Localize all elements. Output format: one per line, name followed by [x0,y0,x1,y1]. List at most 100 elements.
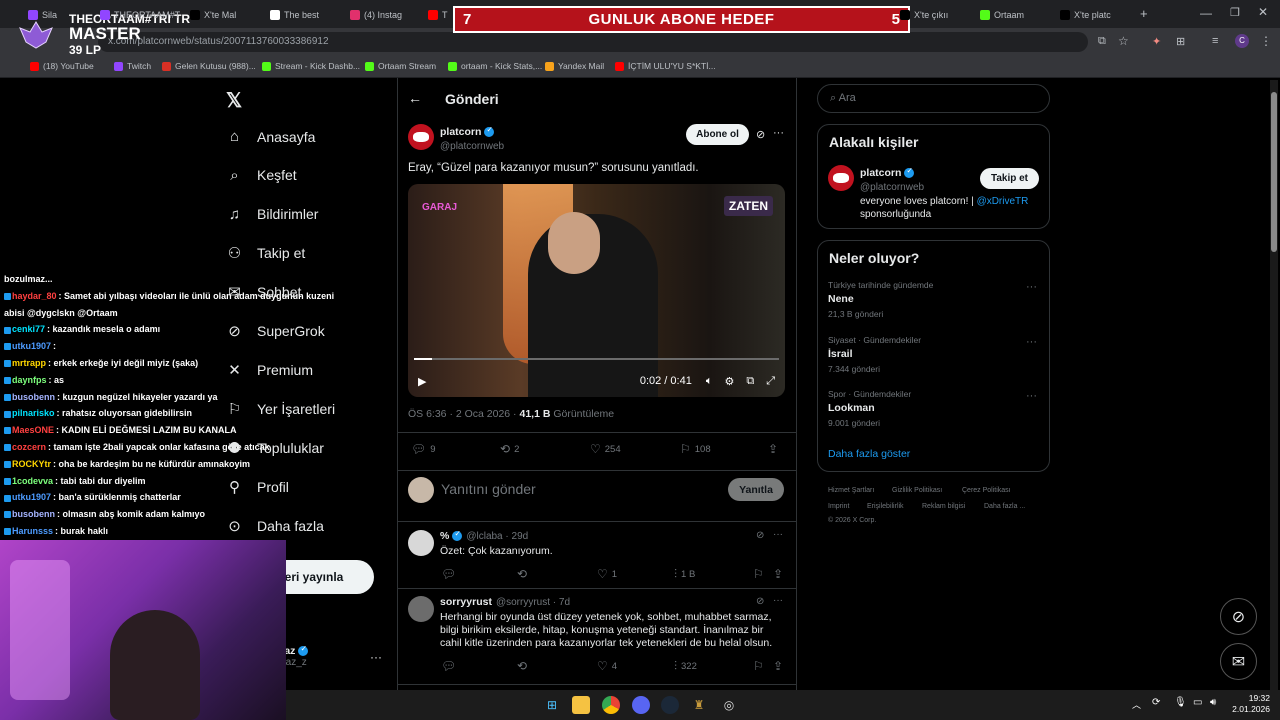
tray-sync-icon[interactable]: ⟳ [1152,697,1160,708]
repost-action[interactable]: ⟲ [517,659,527,673]
reply-button[interactable]: Yanıtla [728,478,784,501]
footer-link[interactable]: Gizlilik Politikası [892,487,942,494]
bookmark-action[interactable]: ⚐ [753,659,764,673]
chat-username[interactable]: cenki77 [12,324,45,334]
extension-icon[interactable]: ✦ [1152,35,1161,48]
chat-username[interactable]: cozcern [12,442,46,452]
reply-header[interactable]: % @lclaba · 29d [440,529,528,542]
reply-input[interactable]: Yanıtını gönder [441,481,536,497]
menu-kebab-icon[interactable]: ⋮ [1260,34,1272,48]
bookmark-action[interactable]: ⚐ [753,567,764,581]
chat-username[interactable]: busobenn [12,392,55,402]
footer-link[interactable]: Erişilebilirlik [867,503,904,510]
browser-tab[interactable]: The best [270,4,340,26]
chat-username[interactable]: MaesONE [12,425,54,435]
footer-link[interactable]: Imprint [828,503,849,510]
file-explorer-icon[interactable] [572,696,590,714]
fullscreen-icon[interactable]: ⤢ [766,375,775,388]
nav-item-anasayfa[interactable]: ⌂ Anasayfa [226,128,315,145]
reply-grok-icon[interactable]: ⊘ [756,530,764,541]
url-field[interactable]: x.com/platcornweb/status/200711376003338… [98,32,1088,52]
heart-action[interactable]: ♡ 4 [597,659,617,673]
bookmark-action[interactable]: ⚐ 108 [680,442,711,456]
chat-username[interactable]: 1codevva [12,476,53,486]
bookmark-item[interactable]: Stream - Kick Dashb... [262,61,360,71]
reply-action[interactable]: 💬︎ 9 [411,442,436,456]
repost-action[interactable]: ⟲ [517,567,527,581]
grok-fab-icon[interactable]: ⊘ [1220,598,1257,635]
volume-icon[interactable]: 🔈︎ [706,375,713,388]
star-icon[interactable]: ☆ [1118,34,1129,48]
reply-avatar[interactable] [408,596,434,622]
video-progress-bar[interactable] [414,358,779,360]
bookmark-item[interactable]: (18) YouTube [30,61,94,71]
related-user[interactable]: platcorn @platcornweb [860,165,924,193]
grok-icon[interactable]: ⊘ [756,128,765,141]
video-player[interactable]: GARAJ ZATEN ▶ 0:02 / 0:41 🔈︎ ⚙︎ ⧉ ⤢ [408,184,785,397]
chrome-icon[interactable] [602,696,620,714]
nav-item-bildirimler[interactable]: ♫ Bildirimler [226,206,319,223]
show-more-link[interactable]: Daha fazla göster [828,448,910,460]
reply-more-icon[interactable]: ··· [773,529,783,540]
back-arrow-icon[interactable]: ← [408,90,422,106]
tab-search-icon[interactable]: ≡ [1212,35,1218,47]
footer-link[interactable]: Hizmet Şartları [828,487,874,494]
repost-action[interactable]: ⟲ 2 [500,442,519,456]
related-avatar[interactable] [828,165,854,191]
steam-icon[interactable] [661,696,679,714]
nav-item-profil[interactable]: ⚲ Profil [226,478,289,496]
close-window-icon[interactable]: ✕ [1258,5,1268,19]
follow-button[interactable]: Takip et [980,168,1039,189]
share-action[interactable]: ⇪ [773,567,783,581]
chat-username[interactable]: mrtrapp [12,358,46,368]
x-logo-icon[interactable]: 𝕏 [226,88,242,113]
bookmark-item[interactable]: Twitch [114,61,151,71]
browser-tab[interactable]: Sila [28,4,88,26]
browser-tab[interactable]: X'te çıkıı [900,4,955,26]
minimize-icon[interactable]: — [1200,6,1212,20]
bookmark-item[interactable]: Yandex Mail [545,61,604,71]
maximize-icon[interactable]: ❐ [1230,6,1240,19]
reply-grok-icon[interactable]: ⊘ [756,596,764,607]
windows-start-icon[interactable]: ⊞ [543,696,561,714]
chat-username[interactable]: busobenn [12,509,55,519]
author-block[interactable]: platcorn @platcornweb [440,124,504,152]
trend-more-icon[interactable]: ··· [1026,281,1037,293]
speaker-icon[interactable]: 🔊︎ [1210,697,1216,708]
discord-icon[interactable] [632,696,650,714]
heart-action[interactable]: ♡ 1 [597,567,617,581]
nav-item-takip-et[interactable]: ⚇ Takip et [226,245,305,262]
settings-icon[interactable]: ⚙︎ [724,375,734,388]
trend-title[interactable]: İsrail [828,348,853,360]
nav-item-yer-i-aretleri[interactable]: ⚐ Yer İşaretleri [226,400,335,418]
nav-item-daha-fazla[interactable]: ⊙ Daha fazla [226,517,324,535]
author-avatar[interactable] [408,124,434,150]
related-bio-link[interactable]: @xDriveTR [977,196,1029,207]
browser-tab[interactable]: Th [428,4,448,26]
trend-title[interactable]: Nene [828,293,854,305]
nav-item-supergrok[interactable]: ⊘ SuperGrok [226,323,325,340]
nav-item-sohbet[interactable]: ✉ Sohbet [226,284,301,301]
play-icon[interactable]: ▶ [418,375,426,388]
footer-link[interactable]: Reklam bilgisi [922,503,965,510]
chat-username[interactable]: daynfps [12,375,47,385]
profile-avatar-icon[interactable]: C [1235,34,1249,48]
trend-more-icon[interactable]: ··· [1026,390,1037,402]
footer-link[interactable]: Daha fazla ... [984,503,1025,510]
extensions-puzzle-icon[interactable]: ⊞ [1176,35,1185,48]
chat-username[interactable]: Harunsss [12,526,53,536]
reply-avatar[interactable] [408,530,434,556]
views-action[interactable]: ⫶ 322 [674,659,697,674]
chat-username[interactable]: haydar_80 [12,291,57,301]
trend-more-icon[interactable]: ··· [1026,336,1037,348]
game-launcher-icon[interactable]: ♜ [690,696,708,714]
new-tab-icon[interactable]: + [1140,6,1148,21]
share-action[interactable]: ⇪ [773,659,783,673]
install-icon[interactable]: ⧉ [1098,35,1106,48]
browser-tab[interactable]: X'te platc [1060,4,1120,26]
trend-title[interactable]: Lookman [828,402,875,414]
pip-icon[interactable]: ⧉ [746,375,754,388]
search-input[interactable]: ⌕ Ara [817,84,1050,113]
account-more-icon[interactable]: ··· [370,650,382,664]
bookmark-item[interactable]: Ortaam Stream [365,61,436,71]
